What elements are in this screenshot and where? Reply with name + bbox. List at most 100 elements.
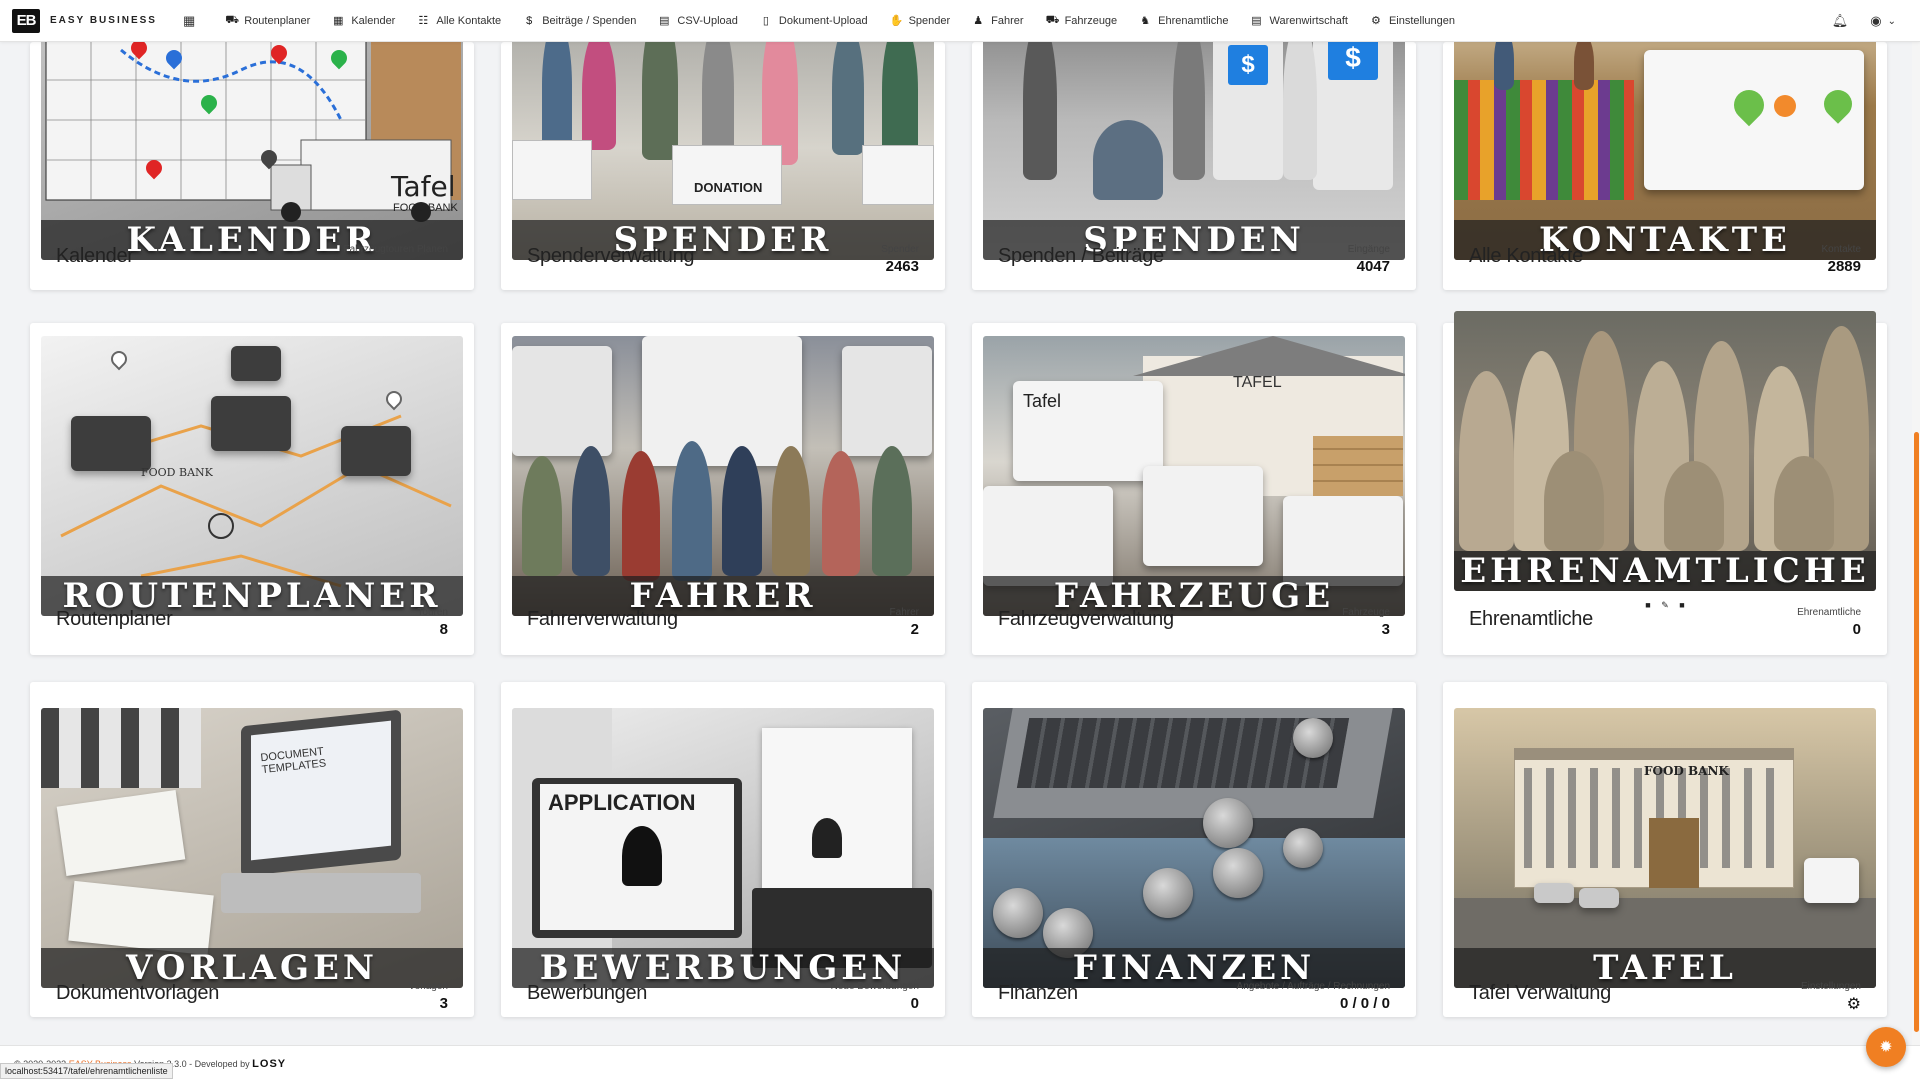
prev-icon[interactable]: ■	[1645, 600, 1650, 610]
brand-logo[interactable]: EB	[12, 8, 40, 33]
gears-icon: ⚙	[1371, 15, 1381, 27]
donor-icon: ✋	[889, 15, 904, 27]
card-title: Spenderverwaltung	[527, 245, 695, 267]
bug-icon[interactable]: ✹	[1866, 1027, 1906, 1067]
card-meta-value: 0	[1852, 621, 1861, 638]
chevron-down-icon[interactable]: ⌄	[1888, 16, 1896, 27]
card-title: Routenplaner	[56, 608, 173, 630]
fahrer-image: Fahrer	[512, 336, 934, 616]
card-fahrer[interactable]: Fahrer Fahrerverwaltung Fahrer 2	[501, 323, 945, 655]
card-meta-label: Ehrenamtliche	[1797, 607, 1861, 618]
nav-right: 🔔︎ ◉ ⌄	[1810, 0, 1896, 42]
vorlagen-image: DOCUMENT TEMPLATES Vorlagen	[41, 708, 463, 988]
card-meta-value: 2	[910, 621, 919, 638]
truck-icon: ⛟	[1045, 13, 1060, 26]
top-navbar: EB EASY BUSINESS ▦ ⛟ Routenplaner ▦ Kalend…	[0, 0, 1920, 42]
card-meta-label: Fahrer	[889, 607, 919, 618]
card-meta-label: Eingänge	[1347, 244, 1390, 255]
nav-item-einstellungen[interactable]: ⚙ Einstellungen	[1370, 14, 1455, 28]
nav-item-spender[interactable]: ✋ Spender	[889, 14, 951, 28]
card-meta-label: Kontakte	[1821, 244, 1861, 255]
user-icon: ♟	[973, 15, 984, 27]
card-meta-label: Neue Bewerbungen	[830, 981, 919, 992]
gear-icon[interactable]: ⚙	[1801, 994, 1861, 1014]
bewerbungen-image: APPLICATION Bewerbungen	[512, 708, 934, 988]
bell-icon[interactable]: 🔔︎	[1832, 13, 1849, 29]
nav-item-beitraege-spenden[interactable]: $ Beiträge / Spenden	[523, 15, 636, 27]
tafel-sign: Tafel	[391, 170, 456, 203]
card-title: Fahrerverwaltung	[527, 608, 678, 630]
next-icon[interactable]: ■	[1679, 600, 1684, 610]
card-tafel[interactable]: FOOD BANK Tafel Tafel Verwaltung Einstel…	[1443, 682, 1887, 1017]
document-icon: ▯	[762, 15, 769, 27]
nav-item-dokument-upload[interactable]: ▯ Dokument-Upload	[760, 14, 868, 28]
card-ehrenamtliche[interactable]: Ehrenamtliche ■ ✎ ■ Ehrenamtliche Ehrena…	[1443, 311, 1887, 655]
nav-item-fahrer[interactable]: ♟ Fahrer	[972, 14, 1023, 28]
banner-tafel: Tafel	[1593, 948, 1737, 988]
card-meta-label: Touren	[417, 607, 448, 618]
card-meta-value: 4047	[1356, 258, 1390, 275]
routenplaner-image: FOOD BANK Routenplaner	[41, 336, 463, 616]
card-finanzen[interactable]: Finanzen Finanzen Angebote / Aufträge / …	[972, 682, 1416, 1017]
status-bar-url: localhost:53417/tafel/ehrenamtlichenlist…	[0, 1063, 173, 1079]
ehrenamtliche-image: Ehrenamtliche	[1454, 311, 1876, 591]
card-bewerbungen[interactable]: APPLICATION Bewerbungen Bewerbungen Neue…	[501, 682, 945, 1017]
nav-menu: ⛟ Routenplaner ▦ Kalender ☷ Alle Kontakte $…	[203, 14, 1455, 28]
card-fahrzeuge[interactable]: TAFEL Tafel Fahrzeuge Fahrzeugverwaltung…	[972, 323, 1416, 655]
card-routenplaner[interactable]: FOOD BANK Routenplaner Routenplaner Tour…	[30, 323, 474, 655]
card-meta-label: Vorlagen	[408, 981, 448, 992]
file-icon: ▤	[1251, 15, 1262, 27]
card-title: Finanzen	[998, 982, 1078, 1004]
developer-logo[interactable]: LOSY	[252, 1058, 286, 1070]
card-meta-value: 3	[439, 995, 448, 1012]
card-meta-value: 0 / 0 / 0	[1339, 995, 1390, 1012]
contacts-icon: ☷	[418, 15, 429, 27]
fahrzeuge-image: TAFEL Tafel Fahrzeuge	[983, 336, 1405, 616]
card-meta-value: 0	[910, 995, 919, 1012]
scrollbar-thumb[interactable]	[1914, 432, 1919, 1032]
nav-item-alle-kontakte[interactable]: ☷ Alle Kontakte	[417, 14, 501, 28]
card-meta-label: Einstellungen	[1800, 981, 1861, 992]
card-title: Fahrzeugverwaltung	[998, 608, 1174, 630]
nav-item-csv-upload[interactable]: ▤ CSV-Upload	[658, 14, 738, 28]
card-meta-label: Angebote / Aufträge / Rechnungen	[1236, 981, 1390, 992]
card-kontakte[interactable]: Kontakte Alle Kontakte Kontakte 2889	[1443, 0, 1887, 290]
finanzen-image: Finanzen	[983, 708, 1405, 988]
banner-kalender: Kalender	[126, 220, 378, 260]
nav-item-fahrzeuge[interactable]: ⛟ Fahrzeuge	[1046, 14, 1118, 28]
card-spender[interactable]: DONATION Spender Spenderverwaltung Spend…	[501, 0, 945, 290]
card-title: Bewerbungen	[527, 982, 648, 1004]
card-vorlagen[interactable]: DOCUMENT TEMPLATES Vorlagen Dokumentvorl…	[30, 682, 474, 1017]
banner-ehrenamtliche: Ehrenamtliche	[1460, 551, 1870, 591]
card-meta-value: 8	[439, 621, 448, 638]
card-meta-label: Fahrzeuge	[1342, 607, 1390, 618]
card-title: Kalender	[56, 245, 134, 267]
brand-name[interactable]: EASY BUSINESS	[50, 15, 157, 26]
card-meta-value: 2463	[885, 258, 919, 275]
card-title: Tafel Verwaltung	[1469, 982, 1611, 1004]
card-meta-label: Fahrzeugtouren Planen	[343, 244, 448, 255]
nav-item-warenwirtschaft[interactable]: ▤ Warenwirtschaft	[1251, 14, 1348, 28]
nav-item-kalender[interactable]: ▦ Kalender	[332, 14, 395, 28]
card-meta-value: 3	[1381, 621, 1390, 638]
route-icon: ⛟	[225, 13, 240, 26]
file-icon: ▤	[659, 15, 670, 27]
card-title: Ehrenamtliche	[1469, 608, 1593, 630]
card-meta-value: 2889	[1827, 258, 1861, 275]
users-icon: ♞	[1140, 15, 1151, 27]
card-title: Spenden / Beiträge	[998, 245, 1164, 267]
nav-item-routenplaner[interactable]: ⛟ Routenplaner	[225, 14, 310, 28]
card-title: Dokumentvorlagen	[56, 982, 220, 1004]
grid-icon[interactable]: ▦	[183, 13, 195, 29]
card-kalender[interactable]: Tafel FOOD BANK Kalender Kalender Fahrze…	[30, 0, 474, 290]
user-circle-icon[interactable]: ◉	[1870, 13, 1881, 29]
edit-icon[interactable]: ✎	[1661, 600, 1669, 611]
card-title: Alle Kontakte	[1469, 245, 1583, 267]
dollar-icon: $	[526, 14, 533, 27]
card-spenden[interactable]: $ $ Spenden Spenden / Beiträge Eingänge …	[972, 0, 1416, 290]
card-meta-label: Spender	[881, 244, 919, 255]
tafel-image: FOOD BANK Tafel	[1454, 708, 1876, 988]
calendar-icon: ▦	[333, 15, 344, 27]
footer: © 2020-2023 EASY Business Version 3.3.0 …	[0, 1045, 1920, 1079]
nav-item-ehrenamtliche[interactable]: ♞ Ehrenamtliche	[1139, 14, 1228, 28]
